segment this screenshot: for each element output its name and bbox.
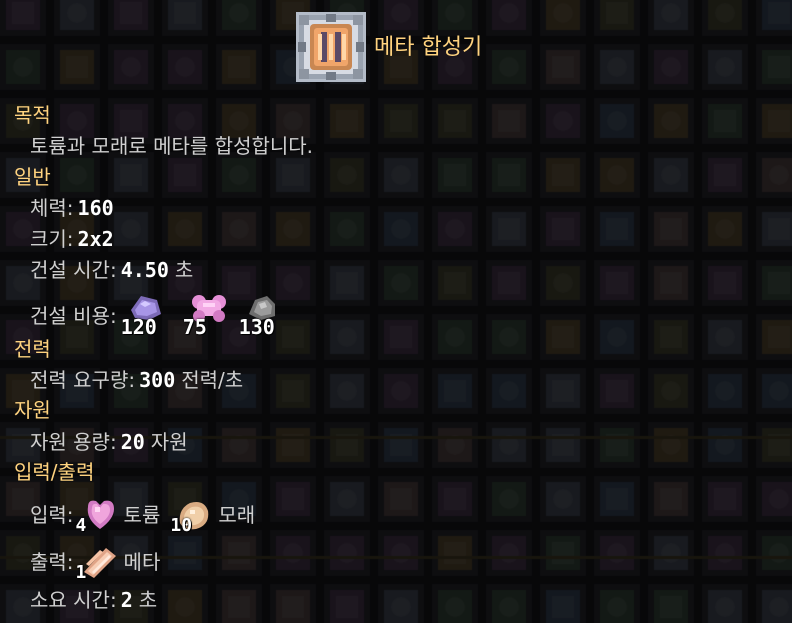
output-amount-metaglass: 1 xyxy=(75,562,87,583)
craft-time-value: 2 xyxy=(120,588,133,612)
input-amount-sand: 10 xyxy=(170,515,193,536)
build-time-unit: 초 xyxy=(174,258,194,282)
stat-health: 체력: 160 xyxy=(30,195,114,221)
output-item-metaglass: 1 xyxy=(76,542,120,583)
section-heading-io: 입력/출력 xyxy=(14,460,95,484)
build-cost-item-plastanium: 120 xyxy=(121,296,179,339)
craft-time-unit: 초 xyxy=(138,588,158,612)
input-amount-thorium: 4 xyxy=(75,515,87,536)
input-name-sand: 모래 xyxy=(218,503,256,527)
section-heading-power: 전력 xyxy=(14,337,51,361)
input-label: 입력: xyxy=(30,503,74,527)
build-cost-item-phase-fabric: 75 xyxy=(183,295,235,339)
item-capacity-value: 20 xyxy=(120,430,145,454)
output-name-metaglass: 메타 xyxy=(123,550,161,574)
block-header: 메타 합성기 xyxy=(296,11,482,83)
health-value: 160 xyxy=(77,196,114,220)
build-cost-amount-silicon: 130 xyxy=(238,315,275,339)
item-capacity-unit: 자원 xyxy=(150,430,188,454)
section-heading-purpose: 목적 xyxy=(14,103,51,127)
power-usage-value: 300 xyxy=(139,368,176,392)
section-heading-resources: 자원 xyxy=(14,398,51,422)
build-time-value: 4.50 xyxy=(120,258,169,282)
input-item-sand: 10 xyxy=(170,495,214,536)
build-cost-item-silicon: 130 xyxy=(239,296,297,339)
stat-output: 출력: 1 메타 xyxy=(30,542,161,583)
stat-size: 크기: 2x2 xyxy=(30,226,114,252)
section-heading-general: 일반 xyxy=(14,165,51,189)
purpose-description: 토륨과 모래로 메타를 합성합니다. xyxy=(30,134,314,158)
build-cost-amount-phase-fabric: 75 xyxy=(182,315,207,339)
output-label: 출력: xyxy=(30,550,74,574)
input-name-thorium: 토륨 xyxy=(123,503,161,527)
item-capacity-label: 자원 용량: xyxy=(30,430,117,454)
stat-input: 입력: 4 토륨 10 모래 xyxy=(30,495,256,536)
stat-power-usage: 전력 요구량: 300 전력/초 xyxy=(30,367,243,393)
craft-time-label: 소요 시간: xyxy=(30,588,117,612)
build-cost-amount-plastanium: 120 xyxy=(120,315,157,339)
stat-build-cost: 건설 비용: 120 75 130 xyxy=(30,295,297,339)
size-label: 크기: xyxy=(30,227,74,251)
health-label: 체력: xyxy=(30,196,74,220)
stat-craft-time: 소요 시간: 2 초 xyxy=(30,587,157,613)
power-usage-label: 전력 요구량: xyxy=(30,368,136,392)
size-value: 2x2 xyxy=(77,227,114,251)
stat-item-capacity: 자원 용량: 20 자원 xyxy=(30,429,188,455)
meta-synthesizer-block-icon xyxy=(296,12,366,82)
stat-build-time: 건설 시간: 4.50 초 xyxy=(30,257,193,283)
build-time-label: 건설 시간: xyxy=(30,258,117,282)
block-info-panel: 메타 합성기 목적 토륨과 모래로 메타를 합성합니다. 일반 체력: 160 … xyxy=(0,0,792,623)
input-item-thorium: 4 xyxy=(76,495,120,536)
block-title: 메타 합성기 xyxy=(374,35,483,60)
power-usage-unit: 전력/초 xyxy=(181,368,244,392)
build-cost-label: 건설 비용: xyxy=(30,304,117,328)
